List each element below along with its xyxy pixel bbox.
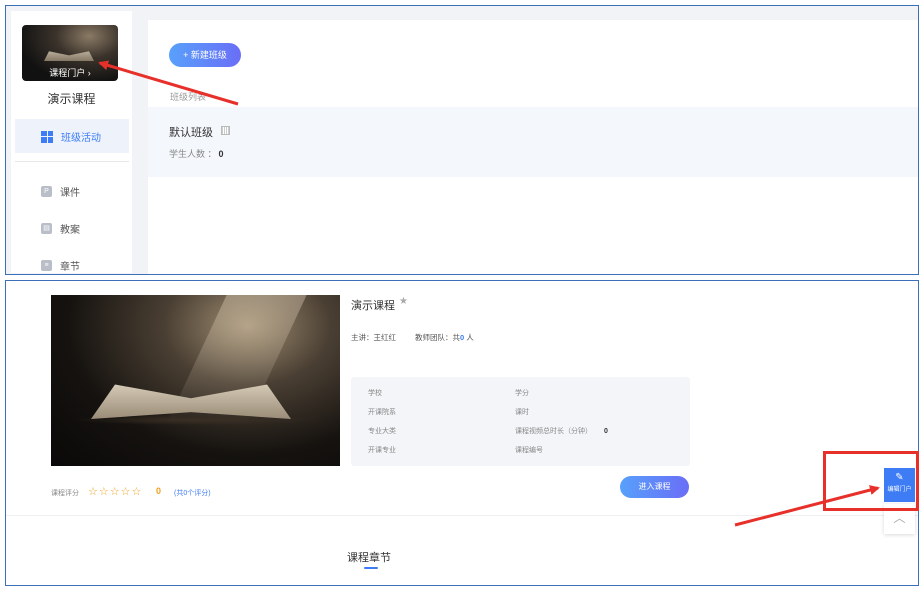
team-suffix: 人	[464, 333, 474, 342]
sidebar-item-chapters[interactable]: ≡ 章节	[41, 258, 80, 273]
class-list-card: + 新建班级 班级列表 默认班级 学生人数 ： 0	[148, 20, 918, 274]
rating-count-link[interactable]: (共0个评分)	[174, 488, 211, 498]
sidebar-item-lesson-plan[interactable]: ▤ 教案	[41, 221, 80, 236]
video-length-value: 0	[604, 428, 608, 435]
tab-active-underline	[364, 567, 378, 569]
course-cover-image	[51, 295, 340, 466]
teacher-team-info: 教师团队：共0 人	[415, 332, 474, 343]
list-icon: ≡	[41, 260, 52, 271]
info-major: 开课专业	[368, 447, 396, 454]
class-name: 默认班级	[169, 127, 213, 139]
info-category: 专业大类	[368, 428, 396, 435]
rating-stars-icon[interactable]: ☆☆☆☆☆	[88, 485, 142, 498]
course-title: 演示课程	[351, 300, 395, 312]
class-list-label: 班级列表	[170, 92, 207, 102]
tab-course-chapters[interactable]: 课程章节	[347, 549, 391, 565]
course-portal-link[interactable]: 课程门户 ›	[22, 66, 118, 79]
sidebar: 课程门户 › 演示课程 班级活动 P 课件 ▤ 教案 ≡ 章节	[11, 11, 132, 273]
file-icon: P	[41, 186, 52, 197]
sidebar-course-title: 演示课程	[47, 92, 96, 106]
sidebar-item-label: 章节	[60, 262, 80, 273]
course-cover-thumbnail[interactable]: 课程门户 ›	[22, 25, 118, 81]
info-school: 学校	[368, 390, 382, 397]
doc-icon: ▤	[41, 223, 52, 234]
course-info-box: 学校 开课院系 专业大类 开课专业 学分 课时 课程视频总时长（分钟） 0 课程编…	[351, 377, 690, 466]
enter-course-button[interactable]: 进入课程	[620, 476, 689, 498]
student-count: 学生人数 ： 0	[169, 147, 224, 160]
sidebar-item-class-activity[interactable]: 班级活动	[41, 129, 101, 144]
sidebar-item-label: 班级活动	[61, 133, 101, 144]
sidebar-divider	[15, 161, 129, 162]
student-count-value: 0	[218, 149, 224, 159]
team-prefix: 教师团队：共	[415, 333, 460, 342]
student-count-label: 学生人数 ：	[169, 149, 217, 159]
teacher-info: 主讲：王红红	[351, 333, 396, 342]
info-credit: 学分	[515, 390, 529, 397]
info-video-length: 课程视频总时长（分钟） 0	[515, 426, 608, 436]
rating-label: 课程评分	[51, 490, 79, 497]
favorite-star-icon[interactable]: ★	[399, 296, 408, 307]
sidebar-item-label: 课件	[60, 188, 80, 199]
grid-icon	[41, 130, 53, 143]
course-portal-screen: 演示课程 ★ 主讲：王红红 教师团队：共0 人 学校 开课院系 专业大类 开课专…	[5, 280, 919, 586]
qr-code-icon[interactable]	[221, 126, 230, 135]
info-college: 开课院系	[368, 409, 396, 416]
info-hours: 课时	[515, 409, 529, 416]
book-image	[44, 51, 94, 61]
new-class-button[interactable]: + 新建班级	[169, 43, 241, 67]
annotation-highlight-box	[823, 451, 919, 511]
sidebar-item-label: 教案	[60, 225, 80, 236]
rating-value: 0	[156, 486, 162, 496]
info-course-code: 课程编号	[515, 447, 543, 454]
class-activity-screen: 课程门户 › 演示课程 班级活动 P 课件 ▤ 教案 ≡ 章节 + 新建班级 班…	[5, 5, 919, 275]
section-divider	[6, 515, 918, 516]
sidebar-item-courseware[interactable]: P 课件	[41, 184, 80, 199]
video-length-label: 课程视频总时长（分钟）	[515, 428, 592, 435]
class-row[interactable]: 默认班级 学生人数 ： 0	[148, 107, 918, 177]
